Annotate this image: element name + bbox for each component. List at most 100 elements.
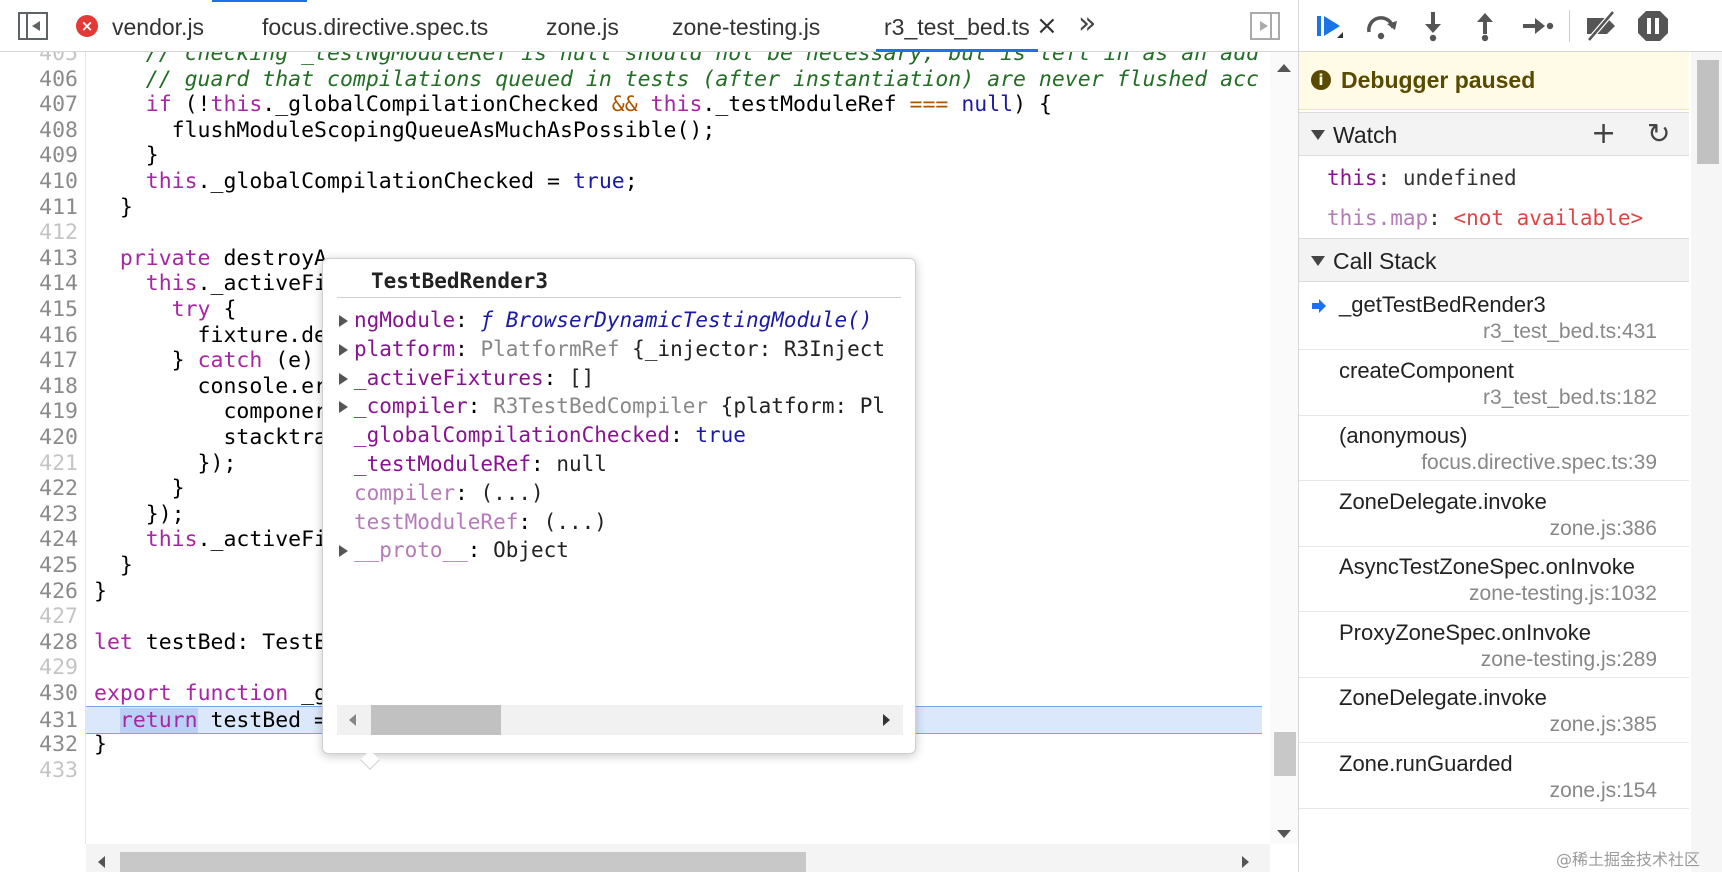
object-property[interactable]: _testModuleRef: null [337,449,903,479]
line-number[interactable]: 416 [0,322,78,350]
tab-focus-directive-spec[interactable]: focus.directive.spec.ts [262,0,488,52]
frame-location[interactable]: focus.directive.spec.ts:39 [1421,451,1657,475]
step-into-icon[interactable] [1415,8,1451,44]
popover-horizontal-scrollbar[interactable] [337,705,903,735]
toggle-debugger-icon[interactable] [1250,12,1280,40]
frame-location[interactable]: zone.js:386 [1550,517,1657,541]
scroll-right-icon[interactable] [1242,856,1249,868]
more-tabs-icon[interactable]: » [1078,4,1096,44]
object-property[interactable]: _activeFixtures: [] [337,363,903,393]
code-line[interactable]: 408 flushModuleScopingQueueAsMuchAsPossi… [0,117,1262,145]
expand-arrow-icon[interactable] [339,343,348,356]
call-frame[interactable]: Zone.runGuarded zone.js:154 [1299,743,1689,809]
sidebar-scrollbar[interactable] [1691,52,1722,872]
line-number[interactable]: 419 [0,398,78,426]
object-property[interactable]: platform: PlatformRef {_injector: R3Inje… [337,334,903,364]
line-number[interactable]: 410 [0,168,78,196]
expand-arrow-icon[interactable] [339,372,348,385]
code-line[interactable]: 433 [0,757,1262,785]
line-number[interactable]: 413 [0,245,78,273]
deactivate-breakpoints-icon[interactable] [1583,8,1619,44]
tab-r3-test-bed[interactable]: r3_test_bed.ts [876,0,1038,52]
editor-vertical-scrollbar[interactable] [1270,52,1298,844]
tab-vendor-js[interactable]: vendor.js [112,0,204,52]
scroll-thumb[interactable] [1697,60,1719,164]
line-number[interactable]: 420 [0,424,78,452]
callstack-section-header[interactable]: Call Stack [1299,238,1689,282]
code-line[interactable]: 406 // guard that compilations queued in… [0,66,1262,94]
frame-location[interactable]: r3_test_bed.ts:182 [1483,386,1657,410]
line-number[interactable]: 426 [0,578,78,606]
call-frame[interactable]: createComponent r3_test_bed.ts:182 [1299,350,1689,416]
line-number[interactable]: 407 [0,91,78,119]
line-number[interactable]: 422 [0,475,78,503]
watch-section-header[interactable]: Watch + ↻ [1299,112,1689,156]
line-number[interactable]: 418 [0,373,78,401]
call-frame[interactable]: ZoneDelegate.invoke zone.js:385 [1299,677,1689,743]
object-property[interactable]: ngModule: ƒ BrowserDynamicTestingModule(… [337,305,903,335]
line-number[interactable]: 432 [0,731,78,759]
line-number[interactable]: 406 [0,66,78,94]
scroll-right-icon[interactable] [883,714,890,726]
line-number[interactable]: 409 [0,142,78,170]
line-number[interactable]: 428 [0,629,78,657]
object-property[interactable]: compiler: (...) [337,478,903,508]
line-number[interactable]: 424 [0,526,78,554]
code-line[interactable]: 409 } [0,142,1262,170]
scroll-up-icon[interactable] [1277,64,1291,72]
line-number[interactable]: 430 [0,680,78,708]
expand-arrow-icon[interactable] [339,315,348,327]
scroll-left-icon[interactable] [98,856,105,868]
expand-arrow-icon[interactable] [339,545,348,558]
line-number[interactable]: 433 [0,757,78,785]
code-line[interactable]: 411 } [0,194,1262,222]
add-watch-icon[interactable]: + [1591,117,1616,151]
line-number[interactable]: 427 [0,603,78,631]
resume-icon[interactable] [1311,8,1347,44]
toggle-navigator-icon[interactable] [18,12,48,40]
scroll-thumb[interactable] [371,705,501,735]
watch-item[interactable]: this.map: <not available> [1327,206,1643,230]
frame-location[interactable]: zone-testing.js:1032 [1469,582,1657,606]
tab-zone-js[interactable]: zone.js [546,0,619,52]
call-frame[interactable]: _getTestBedRender3 r3_test_bed.ts:431 [1299,284,1689,350]
frame-location[interactable]: zone.js:385 [1550,713,1657,737]
line-number[interactable]: 429 [0,654,78,682]
refresh-watch-icon[interactable]: ↻ [1647,117,1670,151]
code-line[interactable]: 412 [0,219,1262,247]
frame-location[interactable]: r3_test_bed.ts:431 [1483,320,1657,344]
call-frame[interactable]: AsyncTestZoneSpec.onInvoke zone-testing.j… [1299,546,1689,612]
frame-location[interactable]: zone.js:154 [1550,779,1657,803]
expand-arrow-icon[interactable] [339,401,348,414]
watch-item[interactable]: this: undefined [1327,166,1517,190]
code-line[interactable]: 407 if (!this._globalCompilationChecked … [0,91,1262,119]
close-tab-icon[interactable]: × [1036,6,1058,46]
call-frame[interactable]: ZoneDelegate.invoke zone.js:386 [1299,481,1689,547]
line-number[interactable]: 412 [0,219,78,247]
call-frame[interactable]: ProxyZoneSpec.onInvoke zone-testing.js:28… [1299,612,1689,678]
object-property[interactable]: _compiler: R3TestBedCompiler {platform: … [337,391,903,421]
line-number[interactable]: 411 [0,194,78,222]
tab-zone-testing-js[interactable]: zone-testing.js [672,0,820,52]
scroll-thumb[interactable] [1274,732,1296,776]
line-number[interactable]: 423 [0,501,78,529]
scroll-left-icon[interactable] [349,714,356,726]
line-number[interactable]: 414 [0,270,78,298]
step-icon[interactable] [1519,8,1555,44]
scroll-down-icon[interactable] [1277,830,1291,838]
line-number[interactable]: 408 [0,117,78,145]
call-frame[interactable]: (anonymous) focus.directive.spec.ts:39 [1299,415,1689,481]
step-over-icon[interactable] [1363,8,1399,44]
pause-on-exceptions-icon[interactable] [1635,8,1671,44]
object-property[interactable]: testModuleRef: (...) [337,507,903,537]
line-number[interactable]: 425 [0,552,78,580]
frame-location[interactable]: zone-testing.js:289 [1481,648,1657,672]
object-property[interactable]: __proto__: Object [337,535,903,565]
line-number[interactable]: 417 [0,347,78,375]
scroll-thumb[interactable] [120,852,806,872]
step-out-icon[interactable] [1467,8,1503,44]
code-line[interactable]: 410 this._globalCompilationChecked = tru… [0,168,1262,196]
line-number[interactable]: 421 [0,450,78,478]
line-number[interactable]: 415 [0,296,78,324]
editor-horizontal-scrollbar[interactable] [86,844,1270,872]
